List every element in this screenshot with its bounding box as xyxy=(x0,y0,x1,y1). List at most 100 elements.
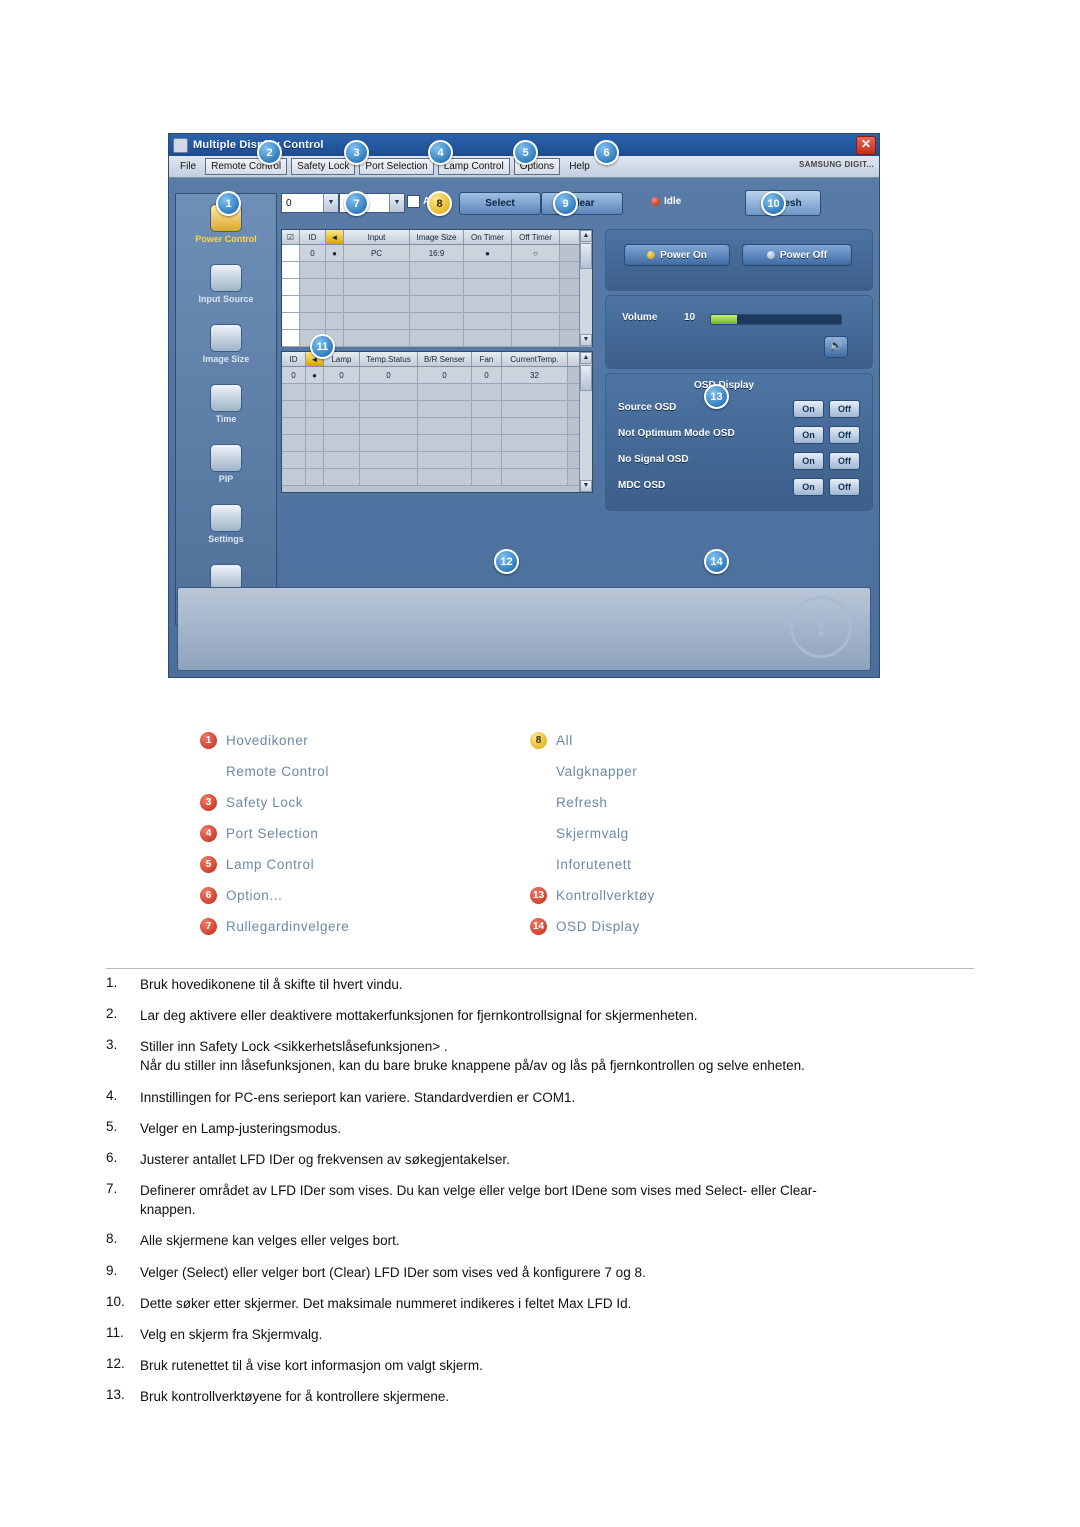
legend-item: 14 OSD Display xyxy=(530,911,655,942)
status-badge: Idle xyxy=(651,196,681,207)
menu-item-port-selection[interactable]: Port Selection xyxy=(359,158,434,175)
id-from-select[interactable]: 0 ▼ xyxy=(281,193,339,213)
grid-scrollbar[interactable]: ▲ ▼ xyxy=(579,352,592,492)
step-number: 11. xyxy=(106,1324,124,1340)
volume-slider[interactable] xyxy=(710,314,842,325)
sidebar-item-image-size[interactable]: Image Size xyxy=(176,314,276,374)
scroll-down-icon[interactable]: ▼ xyxy=(580,480,592,492)
list-item: 5. Velger en Lamp-justeringsmodus. xyxy=(106,1119,986,1138)
scroll-up-icon[interactable]: ▲ xyxy=(580,352,592,364)
legend-item: 3 Safety Lock xyxy=(200,787,349,818)
scroll-thumb[interactable] xyxy=(580,365,592,391)
list-item: 3. Stiller inn Safety Lock <sikkerhetslå… xyxy=(106,1037,986,1075)
osd-off-button[interactable]: Off xyxy=(829,452,860,470)
legend-item: Remote Control xyxy=(200,756,349,787)
osd-on-button[interactable]: On xyxy=(793,452,824,470)
list-item: 10. Dette søker etter skjermer. Det maks… xyxy=(106,1294,986,1313)
step-number: 4. xyxy=(106,1087,118,1103)
legend-label: All xyxy=(556,733,573,748)
callout-6: 6 xyxy=(594,140,619,165)
legend-number: 7 xyxy=(200,918,217,935)
col-on-timer: On Timer xyxy=(464,230,512,244)
display-status-grid[interactable]: ID ◄ Lamp Temp.Status B/R Senser Fan Cur… xyxy=(281,351,593,493)
cell-temp-status: 0 xyxy=(360,367,418,383)
id-from-value: 0 xyxy=(286,197,292,209)
power-on-button[interactable]: Power On xyxy=(624,244,730,266)
list-item: 2. Lar deg aktivere eller deaktivere mot… xyxy=(106,1006,986,1025)
table-row[interactable] xyxy=(282,313,592,330)
table-row[interactable]: 0 ● PC 16:9 ● ○ xyxy=(282,245,592,262)
legend-label: Safety Lock xyxy=(226,795,304,810)
step-number: 2. xyxy=(106,1006,118,1022)
legend-number: 3 xyxy=(200,794,217,811)
sidebar-item-input-source[interactable]: Input Source xyxy=(176,254,276,314)
osd-off-button[interactable]: Off xyxy=(829,478,860,496)
col-check: ☑ xyxy=(282,230,300,244)
legend-item: Valgknapper xyxy=(530,756,655,787)
legend-label: Option... xyxy=(226,888,283,903)
scroll-thumb[interactable] xyxy=(580,243,592,269)
callout-9: 9 xyxy=(553,191,578,216)
sidebar-item-settings[interactable]: Settings xyxy=(176,494,276,554)
col-id: ID xyxy=(282,352,306,366)
callout-7: 7 xyxy=(344,191,369,216)
step-text: Lar deg aktivere eller deaktivere mottak… xyxy=(140,1008,698,1024)
cell-br-senser: 0 xyxy=(418,367,472,383)
power-on-label: Power On xyxy=(660,249,707,261)
volume-fill xyxy=(711,315,737,324)
list-item: 9. Velger (Select) eller velger bort (Cl… xyxy=(106,1263,986,1282)
table-row[interactable] xyxy=(282,435,592,452)
checkbox-icon[interactable] xyxy=(407,195,420,208)
col-id: ID xyxy=(300,230,326,244)
power-off-button[interactable]: Power Off xyxy=(742,244,852,266)
osd-row-no-signal: No Signal OSD On Off xyxy=(618,452,862,470)
step-text-line2: Når du stiller inn låsefunksjonen, kan d… xyxy=(140,1058,805,1074)
legend-number: 8 xyxy=(530,732,547,749)
osd-on-button[interactable]: On xyxy=(793,478,824,496)
step-text: Velger en Lamp-justeringsmodus. xyxy=(140,1120,342,1136)
settings-icon xyxy=(210,504,242,532)
chevron-down-icon[interactable]: ▼ xyxy=(389,194,404,212)
legend-column-left: 1 Hovedikoner Remote Control 3 Safety Lo… xyxy=(200,725,349,942)
step-text: Velg en skjerm fra Skjermvalg. xyxy=(140,1326,323,1342)
speaker-icon[interactable]: 🔊 xyxy=(824,336,848,358)
osd-off-button[interactable]: Off xyxy=(829,400,860,418)
list-item: 12. Bruk rutenettet til å vise kort info… xyxy=(106,1356,986,1375)
scroll-up-icon[interactable]: ▲ xyxy=(580,230,592,242)
legend-label: Valgknapper xyxy=(556,764,638,779)
grid-scrollbar[interactable]: ▲ ▼ xyxy=(579,230,592,346)
cell-check[interactable] xyxy=(282,245,300,261)
close-icon[interactable]: ✕ xyxy=(856,136,876,155)
step-number: 13. xyxy=(106,1387,125,1403)
legend-item: 8 All xyxy=(530,725,655,756)
osd-on-button[interactable]: On xyxy=(793,426,824,444)
scroll-down-icon[interactable]: ▼ xyxy=(580,334,592,346)
table-row[interactable] xyxy=(282,452,592,469)
cell-lamp: 0 xyxy=(324,367,360,383)
chevron-down-icon[interactable]: ▼ xyxy=(323,194,338,212)
table-row[interactable]: 0 ● 0 0 0 0 32 xyxy=(282,367,592,384)
legend-item: Skjermvalg xyxy=(530,818,655,849)
osd-off-button[interactable]: Off xyxy=(829,426,860,444)
sidebar-item-pip[interactable]: PIP xyxy=(176,434,276,494)
table-row[interactable] xyxy=(282,418,592,435)
table-row[interactable] xyxy=(282,384,592,401)
table-row[interactable] xyxy=(282,296,592,313)
legend-number xyxy=(530,825,547,842)
table-row[interactable] xyxy=(282,262,592,279)
menu-item-file[interactable]: File xyxy=(175,159,201,174)
cell-off-timer: ○ xyxy=(512,245,560,261)
select-button[interactable]: Select xyxy=(459,192,541,215)
display-list-grid[interactable]: ☑ ID ◄ Input Image Size On Timer Off Tim… xyxy=(281,229,593,347)
col-power: ◄ xyxy=(326,230,344,244)
table-row[interactable] xyxy=(282,279,592,296)
table-row[interactable] xyxy=(282,469,592,486)
cell-on-timer: ● xyxy=(464,245,512,261)
sidebar-item-time[interactable]: Time xyxy=(176,374,276,434)
legend-number: 5 xyxy=(200,856,217,873)
osd-on-button[interactable]: On xyxy=(793,400,824,418)
menu-item-help[interactable]: Help xyxy=(564,159,595,174)
legend-number: 6 xyxy=(200,887,217,904)
table-row[interactable] xyxy=(282,401,592,418)
menu-item-safety-lock[interactable]: Safety Lock xyxy=(291,158,356,175)
